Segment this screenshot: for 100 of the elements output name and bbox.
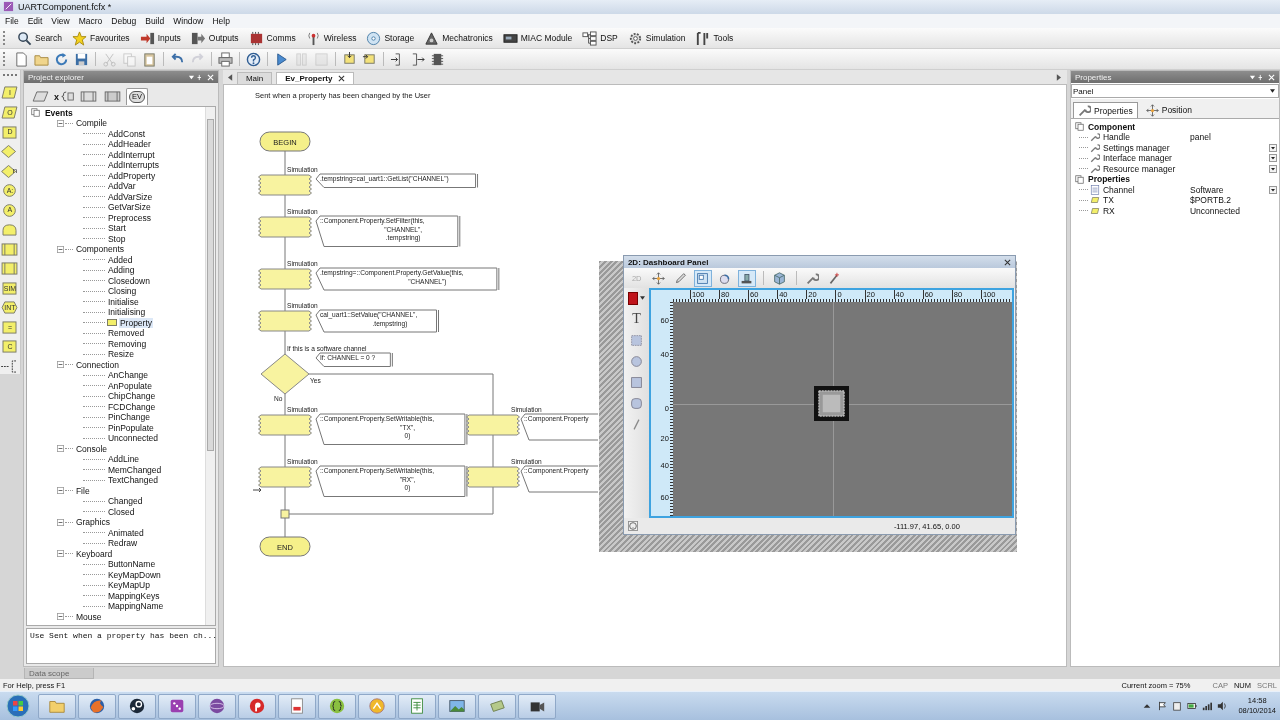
macro-block[interactable]: [465, 466, 520, 488]
tree-item[interactable]: TextChanged: [106, 475, 159, 485]
tree-item[interactable]: ChipChange: [106, 391, 157, 401]
toolbar-button[interactable]: DSP: [578, 29, 622, 48]
tree-item[interactable]: Closed: [106, 506, 136, 517]
menu-item[interactable]: File: [5, 15, 19, 26]
menu-item[interactable]: Macro: [78, 15, 103, 26]
toolbar-button[interactable]: Favourites: [67, 29, 134, 48]
component-dropdown[interactable]: Panel: [1070, 84, 1279, 99]
taskbar-button[interactable]: [118, 693, 156, 719]
tree-item[interactable]: MemChanged: [106, 464, 163, 475]
text-tool-button[interactable]: T: [627, 311, 646, 328]
scroll-right-icon[interactable]: [1055, 74, 1061, 82]
macro-block[interactable]: [257, 466, 312, 488]
toolbar-button[interactable]: Outputs: [186, 29, 243, 48]
property-value[interactable]: panel: [1189, 132, 1211, 142]
flowchart-tool-button[interactable]: [0, 260, 19, 277]
tree-item[interactable]: Animated: [106, 527, 145, 538]
tree-item[interactable]: MappingName: [106, 601, 165, 611]
battery-icon[interactable]: [1187, 701, 1198, 711]
editor-tab[interactable]: Main: [236, 72, 273, 85]
tree-item[interactable]: Initialise: [106, 296, 140, 307]
menu-item[interactable]: Window: [173, 15, 204, 26]
speaker-icon[interactable]: [1217, 701, 1228, 711]
close-icon[interactable]: [1003, 258, 1011, 266]
macro-block[interactable]: [257, 268, 312, 290]
tree-item[interactable]: Stop: [106, 233, 127, 244]
tree-item[interactable]: Connection: [74, 359, 120, 370]
help-icon[interactable]: [627, 521, 638, 532]
tree-item[interactable]: Redraw: [106, 538, 139, 548]
scroll-left-icon[interactable]: [227, 74, 233, 82]
tree-item[interactable]: Graphics: [74, 517, 111, 527]
flowchart-tool-button[interactable]: n: [0, 163, 19, 179]
tree-item[interactable]: GetVarSize: [106, 202, 152, 212]
toolbar-button[interactable]: MIAC Module: [498, 29, 577, 48]
tree-item[interactable]: ButtonName: [106, 559, 157, 569]
toolbar-button[interactable]: Storage: [362, 29, 419, 48]
frame-button[interactable]: [693, 269, 712, 287]
collapse-icon[interactable]: [56, 119, 64, 127]
menu-item[interactable]: Edit: [27, 15, 43, 26]
tree-item[interactable]: Adding: [106, 265, 136, 275]
toolbar-button[interactable]: Search: [13, 29, 66, 48]
macro-block[interactable]: [257, 216, 312, 238]
stamp-button[interactable]: [737, 269, 756, 287]
tree-item[interactable]: Resize: [106, 349, 135, 359]
collapse-icon[interactable]: [56, 445, 64, 452]
tree-item[interactable]: Compile: [74, 118, 109, 128]
collapse-icon[interactable]: [56, 487, 64, 494]
tree-item[interactable]: Components: [74, 244, 126, 254]
clipboard-icon[interactable]: [1172, 701, 1183, 711]
tree-item[interactable]: Start: [106, 223, 127, 233]
toolbar-button[interactable]: Inputs: [135, 29, 185, 48]
tree-item[interactable]: Initialising: [106, 307, 147, 317]
toolbar-button[interactable]: Mechatronics: [420, 29, 497, 48]
tree-item[interactable]: MappingKeys: [106, 590, 161, 601]
tree-item[interactable]: AddInterrupt: [106, 149, 156, 160]
property-value[interactable]: Software: [1189, 184, 1224, 195]
tree-item[interactable]: Preprocess: [106, 212, 152, 223]
panel-controls-icon[interactable]: [187, 73, 214, 81]
flowchart-tool-button[interactable]: [0, 221, 19, 238]
property-value[interactable]: $PORTB.2: [1189, 195, 1231, 205]
tree-item[interactable]: AddInterrupts: [106, 160, 160, 170]
taskbar-button[interactable]: [78, 693, 116, 719]
property-value[interactable]: Unconnected: [1189, 205, 1241, 216]
macro-block[interactable]: [465, 414, 520, 436]
tree-item[interactable]: AnChange: [106, 370, 150, 380]
macro-block[interactable]: [257, 414, 312, 436]
menu-item[interactable]: View: [51, 15, 70, 26]
tree-item[interactable]: Added: [106, 254, 134, 265]
menu-item[interactable]: Help: [212, 15, 230, 26]
tree-item[interactable]: PinChange: [106, 412, 151, 422]
toolbar-button[interactable]: Simulation: [623, 29, 690, 48]
color-picker[interactable]: [627, 290, 646, 307]
dropdown-icon[interactable]: [1269, 164, 1277, 173]
panel-controls-icon[interactable]: [1249, 73, 1275, 81]
macro-block[interactable]: [257, 174, 312, 196]
panel-tab[interactable]: Position: [1141, 102, 1196, 119]
tree-item[interactable]: KeyMapUp: [106, 580, 151, 590]
macro-block[interactable]: [257, 310, 312, 332]
tree-item[interactable]: Unconnected: [106, 433, 159, 443]
decision-diamond[interactable]: [260, 353, 310, 395]
tree-item[interactable]: Closedown: [106, 275, 151, 286]
move-button[interactable]: [649, 269, 668, 287]
flag-icon[interactable]: [1157, 701, 1168, 711]
flowchart-tool-button[interactable]: [0, 241, 19, 257]
tree-item[interactable]: Removing: [106, 338, 148, 349]
tree-item[interactable]: AddVarSize: [106, 191, 154, 202]
dropdown-icon[interactable]: [1269, 154, 1277, 162]
scrollbar[interactable]: [204, 107, 215, 626]
tree-item[interactable]: AddConst: [106, 128, 147, 139]
tree-item[interactable]: Closing: [106, 286, 138, 296]
tree-item[interactable]: Console: [74, 443, 109, 454]
tree-item[interactable]: AddProperty: [106, 170, 157, 181]
tree-item[interactable]: FCDChange: [106, 401, 157, 412]
tree-item[interactable]: Mouse: [74, 611, 103, 622]
tree-item[interactable]: File: [74, 485, 91, 496]
tree-item[interactable]: Events: [43, 107, 74, 118]
flowchart-tool-button[interactable]: [0, 358, 19, 375]
menu-item[interactable]: Build: [145, 15, 165, 26]
junction-node[interactable]: [280, 509, 290, 519]
